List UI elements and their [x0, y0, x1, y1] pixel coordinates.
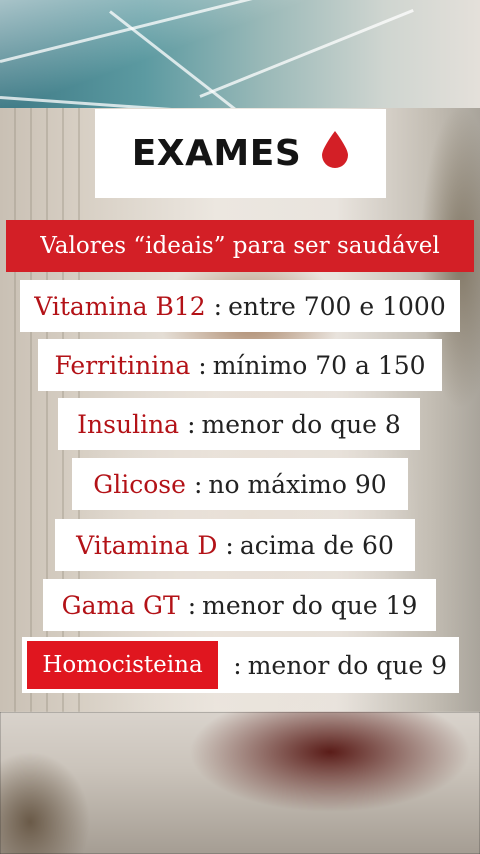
exam-separator: : [225, 530, 234, 560]
exam-separator: : [193, 469, 203, 499]
exam-value: no máximo 90 [208, 469, 387, 499]
exam-name: Vitamina D [76, 530, 218, 560]
exam-separator: : [187, 590, 197, 620]
exam-separator: : [213, 291, 223, 321]
exam-value: menor do que 19 [202, 590, 418, 620]
subtitle-banner: Valores “ideais” para ser saudável [6, 220, 474, 272]
exam-separator: : [187, 409, 196, 439]
exam-name: Vitamina B12 [34, 291, 206, 321]
exam-separator: : [233, 650, 242, 680]
exam-value: menor do que 9 [247, 650, 447, 680]
exam-row-glicose: Glicose : no máximo 90 [72, 458, 408, 510]
exam-name: Gama GT [61, 590, 180, 620]
page-title: EXAMES [131, 133, 302, 174]
exam-value: entre 700 e 1000 [228, 291, 446, 321]
exam-row-gama-gt: Gama GT : menor do que 19 [43, 579, 436, 631]
exam-value: mínimo 70 a 150 [212, 350, 426, 380]
exam-name: Ferritinina [54, 350, 191, 380]
top-video-frame [0, 0, 480, 108]
title-card: EXAMES [95, 109, 386, 198]
exam-name: Insulina [77, 409, 180, 439]
exam-value: acima de 60 [239, 530, 394, 560]
highlight-box-homocisteina: Homocisteina [27, 641, 218, 689]
exam-value: menor do que 8 [201, 409, 401, 439]
exam-row-vitamina-d: Vitamina D : acima de 60 [55, 519, 415, 571]
exam-separator: : [198, 350, 207, 380]
exam-name: Glicose [93, 469, 186, 499]
exam-row-insulina: Insulina : menor do que 8 [58, 398, 420, 450]
bottom-video-frame [0, 712, 480, 854]
exam-row-ferritinina: Ferritinina : mínimo 70 a 150 [38, 339, 442, 391]
exam-row-b12: Vitamina B12 : entre 700 e 1000 [20, 280, 460, 332]
blood-drop-icon [321, 130, 349, 177]
